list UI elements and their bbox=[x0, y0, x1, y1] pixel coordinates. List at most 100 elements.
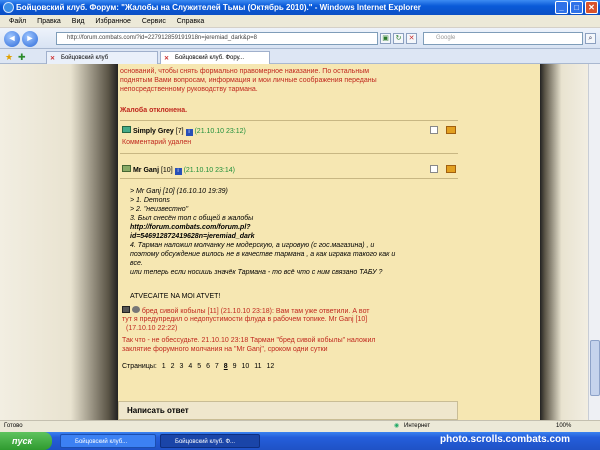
forward-button[interactable]: ► bbox=[22, 31, 38, 47]
refresh-icon[interactable]: ↻ bbox=[393, 33, 404, 44]
page-link-1[interactable]: 1 bbox=[162, 363, 166, 370]
menu-edit[interactable]: Правка bbox=[37, 18, 61, 25]
info-icon[interactable]: i bbox=[174, 168, 182, 175]
quote-icon[interactable] bbox=[446, 165, 456, 173]
decorative-frame-left bbox=[0, 64, 118, 420]
intro-line: оснований, чтобы снять формально правоме… bbox=[120, 68, 370, 75]
reply-section: Написать ответ bbox=[118, 401, 458, 420]
menu-help[interactable]: Справка bbox=[177, 18, 204, 25]
post-checkbox[interactable] bbox=[430, 165, 438, 173]
post-level: [10] bbox=[160, 167, 173, 174]
page-current: 8 bbox=[223, 363, 228, 370]
intro-line: непосредственному руководству тармана. bbox=[120, 86, 258, 93]
tab-close-icon[interactable]: ✕ bbox=[50, 53, 55, 64]
maximize-button[interactable]: □ bbox=[570, 1, 583, 14]
post-header: Mr Ganj [10] i (21.10.10 23:14) bbox=[122, 165, 235, 175]
post-separator bbox=[120, 120, 458, 121]
post-text-line: или теперь если носишь значёк Тармана - … bbox=[130, 269, 383, 276]
post-author[interactable]: Simply Grey bbox=[133, 128, 174, 135]
pages-label: Страницы: bbox=[122, 363, 157, 370]
tab-fightclub-2[interactable]: ✕ Бойцовский клуб. Фору... bbox=[160, 51, 270, 64]
quote-line: > 2. "неизвестно" bbox=[130, 206, 189, 213]
page-link-10[interactable]: 10 bbox=[242, 363, 250, 370]
url-field[interactable]: http://forum.combats.com/?id=22791285919… bbox=[56, 32, 378, 45]
taskbar-item-active[interactable]: Бойцовский клуб. Ф... bbox=[160, 434, 260, 448]
page-link-11[interactable]: 11 bbox=[254, 363, 261, 370]
zoom-level[interactable]: 100% bbox=[556, 421, 571, 432]
post-link[interactable]: id=546912872419628n=jeremiad_dark bbox=[130, 232, 255, 241]
alignment-icon bbox=[122, 165, 131, 172]
post-separator bbox=[120, 178, 458, 179]
page-link-7[interactable]: 7 bbox=[215, 363, 219, 370]
close-button[interactable]: ✕ bbox=[585, 1, 598, 14]
status-bar: Готово ◉ Интернет 100% bbox=[0, 420, 600, 432]
minimize-button[interactable]: _ bbox=[555, 1, 568, 14]
back-button[interactable]: ◄ bbox=[4, 31, 20, 47]
add-favorite-icon[interactable]: ✚ bbox=[18, 52, 26, 63]
moderator-text: бред сивой кобылы [11] (21.10.10 23:18):… bbox=[141, 308, 370, 315]
pagination: Страницы: 1 2 3 4 5 6 7 8 9 10 11 12 bbox=[122, 362, 277, 371]
tab-label: Бойцовский клуб. Фору... bbox=[175, 55, 245, 61]
menu-bar: Файл Правка Вид Избранное Сервис Справка bbox=[0, 15, 600, 28]
tab-fightclub-1[interactable]: ✕ Бойцовский клуб bbox=[46, 51, 158, 64]
globe-icon: ◉ bbox=[394, 423, 400, 429]
page-link-12[interactable]: 12 bbox=[266, 363, 274, 370]
page-viewport: оснований, чтобы снять формально правоме… bbox=[0, 64, 600, 420]
intro-line: поднятым Вами вопросам, информация и мои… bbox=[120, 77, 377, 84]
post-time: (21.10.10 23:14) bbox=[183, 167, 235, 174]
menu-tools[interactable]: Сервис bbox=[142, 18, 166, 25]
watermark: photo.scrolls.combats.com bbox=[440, 434, 571, 445]
moderator-line: (17.10.10 22:22) bbox=[126, 325, 178, 332]
post-header: Simply Grey [7] i (21.10.10 23:12) bbox=[122, 126, 246, 136]
quote-line: > Mr Ganj [10] (16.10.10 19:39) bbox=[130, 188, 228, 195]
moderator-line: Так что - не обессудьте. 21.10.10 23:18 … bbox=[122, 337, 376, 344]
taskbar-item[interactable]: Бойцовский клуб... bbox=[60, 434, 156, 448]
post-text-line: поэтому обсуждение вилось не в качестве … bbox=[130, 251, 396, 258]
page-link-6[interactable]: 6 bbox=[206, 363, 210, 370]
post-level: [7] bbox=[175, 128, 184, 135]
tab-close-icon[interactable]: ✕ bbox=[164, 53, 169, 64]
quote-line: 3. Был снесён топ с общей в жалобы bbox=[130, 215, 254, 222]
zone-text: Интернет bbox=[404, 423, 431, 429]
moderator-line: заклятие форумного молчания на "Mr Ganj"… bbox=[122, 346, 328, 353]
moderator-badge-icon bbox=[122, 306, 130, 313]
post-separator bbox=[120, 153, 458, 154]
page-link-5[interactable]: 5 bbox=[197, 363, 201, 370]
post-note: Комментарий удален bbox=[122, 139, 192, 146]
window-title-bar: Бойцовский клуб. Форум: "Жалобы на Служи… bbox=[0, 0, 600, 15]
tab-label: Бойцовский клуб bbox=[61, 55, 109, 61]
post-time: (21.10.10 23:12) bbox=[194, 128, 246, 135]
vertical-scrollbar[interactable] bbox=[588, 64, 600, 420]
start-button[interactable]: пуск bbox=[0, 432, 52, 450]
post-link[interactable]: http://forum.combats.com/forum.pl? bbox=[130, 223, 251, 232]
quote-icon[interactable] bbox=[446, 126, 456, 134]
page-link-4[interactable]: 4 bbox=[188, 363, 192, 370]
stop-icon[interactable]: ✕ bbox=[406, 33, 417, 44]
address-bar: ◄ ► http://forum.combats.com/?id=2279128… bbox=[0, 28, 600, 49]
moderator-shield-icon bbox=[131, 306, 140, 313]
tabs-bar: ★ ✚ ✕ Бойцовский клуб ✕ Бойцовский клуб.… bbox=[0, 49, 600, 64]
compat-icon[interactable]: ▣ bbox=[380, 33, 391, 44]
status-text: Готово bbox=[4, 423, 23, 429]
ie-icon bbox=[3, 2, 14, 13]
page-link-9[interactable]: 9 bbox=[233, 363, 237, 370]
complaint-rejected: Жалоба отклонена. bbox=[120, 107, 188, 114]
post-text-line: 4. Тарман наложил молчанку не модерскую,… bbox=[130, 242, 375, 249]
post-checkbox[interactable] bbox=[430, 126, 438, 134]
menu-file[interactable]: Файл bbox=[9, 18, 26, 25]
info-icon[interactable]: i bbox=[185, 129, 193, 136]
search-input[interactable]: Google bbox=[423, 32, 583, 45]
search-icon[interactable]: ⌕ bbox=[585, 33, 596, 44]
decorative-frame-right bbox=[540, 64, 588, 420]
reply-title: Написать ответ bbox=[127, 406, 189, 415]
post-author[interactable]: Mr Ganj bbox=[133, 167, 159, 174]
post-footer: ATVECAITE NA MOI ATVET! bbox=[130, 293, 221, 300]
menu-favorites[interactable]: Избранное bbox=[95, 18, 130, 25]
menu-view[interactable]: Вид bbox=[72, 18, 85, 25]
moderator-line: тут я предупредил о недопустимости флуда… bbox=[122, 316, 368, 323]
favorites-star-icon[interactable]: ★ bbox=[5, 52, 13, 63]
scrollbar-thumb[interactable] bbox=[590, 340, 600, 396]
page-link-2[interactable]: 2 bbox=[171, 363, 175, 370]
quote-line: > 1. Demons bbox=[130, 197, 170, 204]
page-link-3[interactable]: 3 bbox=[179, 363, 183, 370]
